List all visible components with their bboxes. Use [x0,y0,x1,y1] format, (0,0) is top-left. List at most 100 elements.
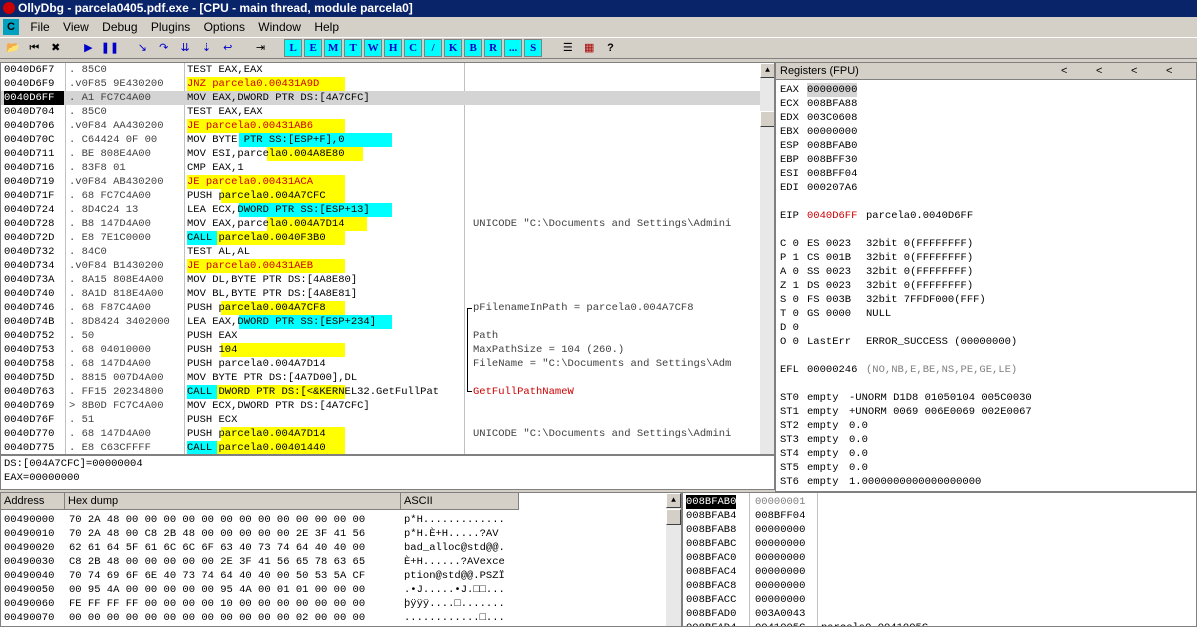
registers-header[interactable]: Registers (FPU) < < < < [776,63,1196,80]
menu-options[interactable]: Options [199,17,250,37]
menu-debug[interactable]: Debug [97,17,142,37]
register-row[interactable]: O 0 LastErr ERROR_SUCCESS (00000000) [776,335,1196,349]
disasm-row[interactable]: 0040D72D . E8 7E1C0000 CALL parcela0.0040F… [1,231,761,245]
disassembler-scrollbar[interactable]: ▲ [760,63,774,454]
dump-hex-header[interactable]: Hex dump [65,493,401,510]
register-row[interactable]: ESP 008BFAB0 [776,139,1196,153]
source-button[interactable]: S [524,39,543,57]
register-row[interactable]: EDX 003C0608 [776,111,1196,125]
memory-map-button[interactable]: M [324,39,343,57]
dump-row[interactable]: 00490070 00 00 00 00 00 00 00 00 00 00 00… [1,611,661,625]
disasm-row[interactable]: 0040D76F . 51 PUSH ECX [1,413,761,427]
trace-over-icon[interactable]: ⇣ [197,39,215,57]
disasm-row[interactable]: 0040D716 . 83F8 01 CMP EAX,1 [1,161,761,175]
register-row[interactable]: ST0 empty -UNORM D1D8 01050104 005C0030 [776,391,1196,405]
menu-window[interactable]: Window [253,17,306,37]
scroll-up-icon[interactable]: ▲ [666,493,681,508]
register-row[interactable]: ST6 empty 1.0000000000000000000 [776,475,1196,489]
windows-button[interactable]: W [364,39,383,57]
disasm-row[interactable]: 0040D719 .v0F84 AB430200 JE parcela0.00431… [1,175,761,189]
modules-button[interactable]: E [304,39,323,57]
stack-row[interactable]: 008BFAB4 008BFF04 [683,509,1195,523]
stack-pane[interactable]: 008BFAB0 00000001 008BFAB4 008BFF04 008BFAB8… [682,492,1197,627]
disasm-row[interactable]: 0040D6F9 .v0F85 9E430200 JNZ parcela0.0043… [1,77,761,91]
call-stack-button[interactable]: K [444,39,463,57]
register-row[interactable] [776,377,1196,391]
help-icon[interactable]: ? [602,39,620,57]
menu-file[interactable]: File [25,17,54,37]
register-row[interactable]: EBX 00000000 [776,125,1196,139]
stack-row[interactable]: 008BFAB0 00000001 [683,495,1195,509]
stack-row[interactable]: 008BFABC 00000000 [683,537,1195,551]
disasm-row[interactable]: 0040D770 . 68 147D4A00 PUSH parcela0.004A7… [1,427,761,441]
disasm-row[interactable]: 0040D6F7 . 85C0 TEST EAX,EAX [1,63,761,77]
stack-row[interactable]: 008BFAD4 0041005C parcela0.0041005C [683,621,1195,626]
register-row[interactable]: EFL 00000246 (NO,NB,E,BE,NS,PE,GE,LE) [776,363,1196,377]
register-row[interactable]: A 0 SS 0023 32bit 0(FFFFFFFF) [776,265,1196,279]
disasm-row[interactable]: 0040D775 . E8 C63CFFFF CALL parcela0.00401… [1,441,761,454]
handles-button[interactable]: H [384,39,403,57]
register-row[interactable]: T 0 GS 0000 NULL [776,307,1196,321]
scroll-thumb[interactable] [760,111,774,127]
menu-plugins[interactable]: Plugins [146,17,195,37]
references-button[interactable]: R [484,39,503,57]
register-row[interactable] [776,195,1196,209]
register-row[interactable]: EAX 00000000 [776,83,1196,97]
disasm-row[interactable]: 0040D704 . 85C0 TEST EAX,EAX [1,105,761,119]
disasm-row[interactable]: 0040D740 . 8A1D 818E4A00 MOV BL,BYTE PTR D… [1,287,761,301]
disasm-row[interactable]: 0040D746 . 68 F87C4A00 PUSH parcela0.004A7… [1,301,761,315]
disasm-row[interactable]: 0040D711 . BE 808E4A00 MOV ESI,parcela0.00… [1,147,761,161]
stack-row[interactable]: 008BFAB8 00000000 [683,523,1195,537]
dump-row[interactable]: 00490030 C8 2B 48 00 00 00 00 00 2E 3F 41… [1,555,661,569]
reg-arrow-icon[interactable]: < [1061,63,1067,80]
stack-row[interactable]: 008BFACC 00000000 [683,593,1195,607]
disasm-row[interactable]: 0040D74B . 8D8424 3402000 LEA EAX,DWORD PT… [1,315,761,329]
dump-scrollbar[interactable]: ▲ [666,493,681,626]
dump-address-header[interactable]: Address [1,493,65,510]
appearance-grid-icon[interactable]: ▦ [580,39,598,57]
dump-row[interactable]: 00490010 70 2A 48 00 C8 2B 48 00 00 00 00… [1,527,661,541]
dump-row[interactable]: 00490060 FE FF FF FF 00 00 00 00 10 00 00… [1,597,661,611]
register-row[interactable] [776,223,1196,237]
register-row[interactable]: S 0 FS 003B 32bit 7FFDF000(FFF) [776,293,1196,307]
disasm-row[interactable]: 0040D73A . 8A15 808E4A00 MOV DL,BYTE PTR D… [1,273,761,287]
register-row[interactable]: EBP 008BFF30 [776,153,1196,167]
restart-icon[interactable]: ⏮ [25,39,43,57]
stack-row[interactable]: 008BFAC0 00000000 [683,551,1195,565]
disasm-row[interactable]: 0040D752 . 50 PUSH EAX Path [1,329,761,343]
disasm-row[interactable]: 0040D706 .v0F84 AA430200 JE parcela0.00431… [1,119,761,133]
trace-into-icon[interactable]: ⇊ [176,39,194,57]
list-icon[interactable]: ☰ [559,39,577,57]
stack-row[interactable]: 008BFAD0 003A0043 [683,607,1195,621]
disasm-row[interactable]: 0040D724 . 8D4C24 13 LEA ECX,DWORD PTR SS:… [1,203,761,217]
register-row[interactable]: ST4 empty 0.0 [776,447,1196,461]
disasm-row[interactable]: 0040D769 > 8B0D FC7C4A00 MOV ECX,DWORD PTR… [1,399,761,413]
dump-row[interactable]: 00490020 62 61 64 5F 61 6C 6C 6F 63 40 73… [1,541,661,555]
disassembler-pane[interactable]: 0040D6F7 . 85C0 TEST EAX,EAX 0040D6F9 .v0F85… [0,62,775,455]
disasm-row[interactable]: 0040D753 . 68 04010000 PUSH 104 MaxPathSize… [1,343,761,357]
registers-pane[interactable]: Registers (FPU) < < < < EAX 00000000 ECX 00… [775,62,1197,492]
dump-row[interactable]: 00490000 70 2A 48 00 00 00 00 00 00 00 00… [1,513,661,527]
run-icon[interactable]: ▶ [79,39,97,57]
register-row[interactable]: ST2 empty 0.0 [776,419,1196,433]
cpu-button[interactable]: C [404,39,423,57]
register-row[interactable]: ST1 empty +UNORM 0069 006E0069 002E0067 [776,405,1196,419]
pause-icon[interactable]: ❚❚ [101,39,119,57]
menu-help[interactable]: Help [309,17,344,37]
disasm-row[interactable]: 0040D734 .v0F84 B1430200 JE parcela0.00431… [1,259,761,273]
register-row[interactable]: C 0 ES 0023 32bit 0(FFFFFFFF) [776,237,1196,251]
run-trace-button[interactable]: ... [504,39,523,57]
register-row[interactable]: EIP 0040D6FF parcela0.0040D6FF [776,209,1196,223]
breakpoints-button[interactable]: B [464,39,483,57]
reg-arrow-icon[interactable]: < [1166,63,1172,80]
disasm-row[interactable]: 0040D758 . 68 147D4A00 PUSH parcela0.004A7… [1,357,761,371]
register-row[interactable]: P 1 CS 001B 32bit 0(FFFFFFFF) [776,251,1196,265]
open-folder-icon[interactable]: 📂 [4,39,22,57]
dump-ascii-header[interactable]: ASCII [401,493,519,510]
dump-row[interactable]: 00490050 00 95 4A 00 00 00 00 00 95 4A 00… [1,583,661,597]
close-icon[interactable]: ✖ [47,39,65,57]
disasm-row[interactable]: 0040D6FF . A1 FC7C4A00 MOV EAX,DWORD PTR D… [1,91,761,105]
hex-dump-pane[interactable]: Address Hex dump ASCII 00490000 70 2A 48 … [0,492,682,627]
register-row[interactable]: ST3 empty 0.0 [776,433,1196,447]
reg-arrow-icon[interactable]: < [1096,63,1102,80]
